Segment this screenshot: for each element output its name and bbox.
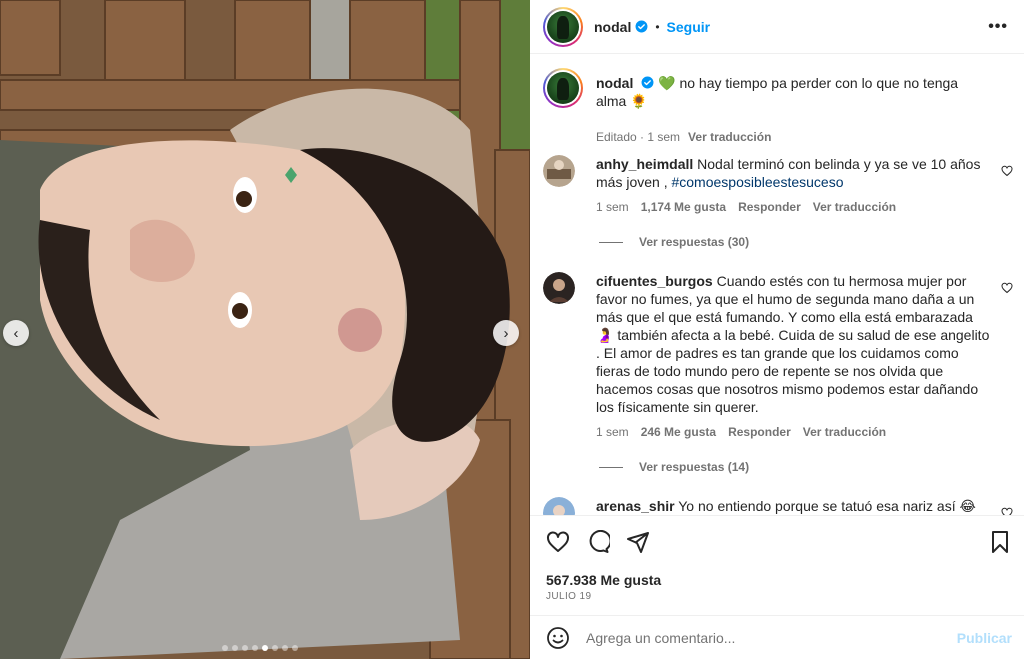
comment-translate-link[interactable]: Ver traducción [813,200,896,214]
post-sidebar: nodal • Seguir ••• nodal 💚 no hay tiempo… [530,0,1024,659]
comment-item: arenas_shir Yo no entiendo porque se tat… [543,497,1013,515]
carousel-prev-button[interactable]: ‹ [3,320,29,346]
post-caption: nodal 💚 no hay tiempo pa perder con lo q… [543,68,1013,148]
comment-username[interactable]: arenas_shir [596,498,675,514]
comment-item: cifuentes_burgos Cuando estés con tu her… [543,272,1013,487]
caption-username[interactable]: nodal [596,75,633,91]
reply-button[interactable]: Responder [728,425,791,439]
comment-username[interactable]: cifuentes_burgos [596,273,713,289]
comment-text: Yo no entiendo porque se tatuó esa nariz… [678,498,976,514]
post-date: Julio 19 [546,591,592,602]
verified-badge-icon [641,76,654,89]
carousel-dot [232,645,238,651]
caption-edited-time: Editado · 1 sem [596,130,681,144]
comment-text: Cuando estés con tu hermosa mujer por fa… [596,273,990,415]
carousel-dot [252,645,258,651]
comment-translate-link[interactable]: Ver traducción [803,425,886,439]
author-username[interactable]: nodal [594,19,631,35]
caption-translate-link[interactable]: Ver traducción [688,130,771,144]
comment-meta: 1 sem 1,174 Me gusta Responder Ver tradu… [596,200,896,214]
like-heart-icon[interactable] [546,530,570,554]
comment-composer: Publicar [530,615,1024,659]
carousel-dot-active [262,645,268,651]
comment-body: anhy_heimdall Nodal terminó con belinda … [596,155,991,191]
comment-body: arenas_shir Yo no entiendo porque se tat… [596,497,991,515]
commenter-avatar[interactable] [543,272,575,304]
comment-username[interactable]: anhy_heimdall [596,156,693,172]
carousel-dots [222,645,298,651]
view-replies-button[interactable]: Ver respuestas (30) [599,235,749,249]
reply-button[interactable]: Responder [738,200,801,214]
header-separator: • [655,19,660,34]
post-header: nodal • Seguir ••• [530,0,1024,54]
verified-badge-icon [635,20,648,33]
carousel-dot [222,645,228,651]
comments-list[interactable]: nodal 💚 no hay tiempo pa perder con lo q… [530,55,1024,515]
like-comment-heart-icon[interactable] [1001,165,1013,177]
post-photo [0,0,530,659]
carousel-dot [242,645,248,651]
save-bookmark-icon[interactable] [988,530,1012,554]
view-replies-label: Ver respuestas (30) [639,235,750,249]
post-actions: 567.938 Me gusta Julio 19 [530,515,1024,615]
view-replies-label: Ver respuestas (14) [639,460,750,474]
comment-likes[interactable]: 246 Me gusta [641,425,716,439]
more-options-icon[interactable]: ••• [988,18,1008,36]
follow-button[interactable]: Seguir [667,19,711,35]
comment-hashtag[interactable]: #comoesposibleestesuceso [671,174,843,190]
publish-comment-button[interactable]: Publicar [957,630,1012,646]
post-likes-count[interactable]: 567.938 Me gusta [546,572,661,588]
comment-meta: 1 sem 246 Me gusta Responder Ver traducc… [596,425,886,439]
carousel-next-button[interactable]: › [493,320,519,346]
comment-input[interactable] [586,629,936,646]
comment-bubble-icon[interactable] [586,530,610,554]
commenter-avatar[interactable] [543,497,575,515]
carousel-dot [292,645,298,651]
like-comment-heart-icon[interactable] [1001,282,1013,294]
like-comment-heart-icon[interactable] [1001,507,1013,515]
comment-body: cifuentes_burgos Cuando estés con tu her… [596,272,991,416]
share-send-icon[interactable] [626,530,650,554]
comment-time: 1 sem [596,200,629,214]
view-replies-button[interactable]: Ver respuestas (14) [599,460,749,474]
author-avatar[interactable] [543,6,583,47]
commenter-avatar[interactable] [543,155,575,187]
post-media[interactable]: ‹ › [0,0,530,659]
emoji-picker-icon[interactable] [546,626,570,650]
comment-item: anhy_heimdall Nodal terminó con belinda … [543,155,1013,255]
caption-body: nodal 💚 no hay tiempo pa perder con lo q… [596,74,991,110]
carousel-dot [282,645,288,651]
caption-meta: Editado · 1 sem Ver traducción [596,130,771,144]
carousel-dot [272,645,278,651]
caption-author-avatar[interactable] [543,68,583,108]
comment-likes[interactable]: 1,174 Me gusta [641,200,726,214]
comment-time: 1 sem [596,425,629,439]
